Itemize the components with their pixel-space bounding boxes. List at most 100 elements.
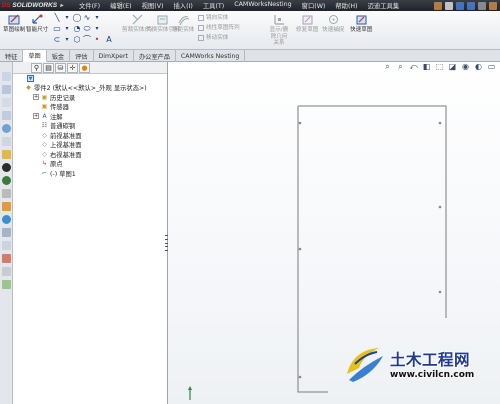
tool-icon-13[interactable] (2, 228, 11, 237)
open-file-icon[interactable] (456, 1, 464, 10)
expand-icon[interactable]: + (33, 94, 39, 101)
tree-item-sketch1[interactable]: ⌐ (-) 草图1 (25, 169, 167, 179)
linear-pattern-button[interactable]: 线性草图阵列 (198, 23, 240, 33)
sketch-line-left-bottom[interactable] (297, 106, 328, 393)
tab-sketch[interactable]: 草图 (23, 50, 47, 62)
tool-icon-16[interactable] (2, 267, 11, 276)
rapid-sketch-button[interactable]: 快速草图 (350, 13, 372, 34)
save-icon[interactable] (467, 1, 475, 10)
arc-icon[interactable]: ◔ (72, 24, 82, 33)
rapid-sketch-label: 快速草图 (350, 27, 373, 33)
circle-icon[interactable]: ◯ (72, 13, 82, 22)
repair-sketch-button[interactable]: 修复草图 (296, 13, 318, 34)
tool-icon-17[interactable] (2, 280, 11, 289)
expand-placeholder (33, 103, 39, 110)
tool-icon-10[interactable] (2, 189, 11, 198)
text-icon[interactable]: A (104, 35, 114, 44)
slot-dropdown-icon[interactable]: ▾ (62, 35, 72, 44)
tool-icon-12[interactable] (2, 215, 11, 224)
tool-icon-2[interactable] (2, 85, 11, 94)
tree-item-sensors[interactable]: ▣ 传感器 (25, 102, 167, 112)
sketch-button[interactable]: 草图绘制 (3, 13, 25, 34)
menu-tools[interactable]: 工具(T) (198, 1, 229, 10)
tree-item-front-plane[interactable]: ◇ 前视基准面 (25, 131, 167, 141)
new-file-icon[interactable] (445, 1, 453, 10)
tree-item-history[interactable]: + ▣ 历史记录 (25, 93, 167, 103)
tree-item-origin[interactable]: ↳ 原点 (25, 159, 167, 169)
offset-entities-button[interactable]: 等距实体 (172, 13, 194, 34)
solidworks-logo[interactable]: DS SOLIDWORKS ▸ (0, 0, 63, 11)
feature-tree-tab-icon[interactable]: ⚲ (31, 63, 42, 73)
quick-access-toolbar (434, 1, 500, 10)
menu-maidi-tools[interactable]: 迈迪工具集 (363, 1, 404, 10)
home-icon[interactable] (434, 1, 442, 10)
menu-window[interactable]: 窗口(W) (297, 1, 331, 10)
menu-help[interactable]: 帮助(H) (330, 1, 362, 10)
tab-office-products[interactable]: 办公室产品 (134, 50, 176, 62)
sketch-point[interactable] (298, 247, 302, 251)
line-dropdown-icon[interactable]: ▾ (62, 13, 72, 22)
tool-icon-11[interactable] (2, 202, 11, 211)
tab-sheet-metal[interactable]: 钣金 (47, 50, 71, 62)
quick-snaps-button[interactable]: 快速捕捉 (322, 13, 344, 34)
display-manager-tab-icon[interactable]: ● (79, 63, 90, 73)
mirror-entities-button[interactable]: 镜向实体 (198, 13, 240, 23)
tab-features[interactable]: 特征 (0, 50, 24, 62)
menu-file[interactable]: 文件(F) (74, 1, 105, 10)
logo-arrow-icon[interactable]: ▸ (60, 2, 63, 9)
move-entities-button[interactable]: 移动实体 (198, 33, 240, 43)
sketch-icon: ⌐ (41, 169, 48, 177)
print-icon[interactable] (478, 1, 486, 10)
tool-icon-8[interactable] (2, 163, 11, 172)
ellipse-dropdown-icon[interactable]: ▾ (92, 24, 102, 33)
tool-icon-3[interactable] (2, 98, 11, 107)
tree-item-top-plane[interactable]: ◇ 上视基准面 (25, 140, 167, 150)
undo-icon[interactable] (489, 1, 497, 10)
tab-camworks-nesting[interactable]: CAMWorks Nesting (176, 50, 246, 62)
property-manager-tab-icon[interactable]: ▤ (43, 63, 54, 73)
rectangle-icon[interactable]: ▭ (52, 24, 62, 33)
dimxpert-tab-icon[interactable]: ✛ (67, 63, 78, 73)
line-icon[interactable]: ╲ (52, 13, 62, 22)
tree-root-part[interactable]: ◆ 零件2 (默认<<默认>_外观 显示状态>) (25, 83, 167, 93)
tab-evaluate[interactable]: 评估 (70, 50, 94, 62)
sketch-point[interactable] (438, 290, 442, 294)
ellipse-icon[interactable]: ⬭ (82, 24, 92, 33)
tool-icon-15[interactable] (2, 254, 11, 263)
sketch-point[interactable] (438, 121, 442, 125)
expand-icon[interactable]: + (33, 113, 39, 120)
filter-icon[interactable]: ▼ (27, 75, 34, 82)
tree-item-annotations[interactable]: + A 注解 (25, 112, 167, 122)
tab-dimxpert[interactable]: DimXpert (94, 50, 134, 62)
tool-icon-14[interactable] (2, 241, 11, 250)
point-icon[interactable]: • (92, 35, 102, 44)
sketch-point[interactable] (438, 205, 442, 209)
tool-icon-7[interactable] (2, 150, 11, 159)
menu-edit[interactable]: 编辑(E) (105, 1, 137, 10)
globe-icon[interactable] (2, 124, 11, 133)
configuration-tab-icon[interactable]: ⛁ (55, 63, 66, 73)
smart-dimension-button[interactable]: 智能尺寸 (26, 13, 48, 34)
polygon-icon[interactable]: ⬡ (72, 35, 82, 44)
slot-icon[interactable]: ⊂ (52, 35, 62, 44)
rectangle-dropdown-icon[interactable]: ▾ (62, 24, 72, 33)
menu-view[interactable]: 视图(V) (137, 1, 169, 10)
menu-camworks[interactable]: CAMWorksNesting (229, 1, 296, 10)
tree-item-right-plane[interactable]: ◇ 右视基准面 (25, 150, 167, 160)
tree-filter[interactable]: ▼ (13, 74, 167, 83)
fillet-icon[interactable]: ⌒ (82, 35, 92, 44)
menu-insert[interactable]: 插入(I) (168, 1, 197, 10)
sketch-line-top-right[interactable] (298, 105, 447, 318)
tool-icon-4[interactable] (2, 111, 11, 120)
spline-icon[interactable]: ∿ (82, 13, 92, 22)
sketch-point[interactable] (298, 375, 302, 379)
spline-dropdown-icon[interactable]: ▾ (92, 13, 102, 22)
show-relations-button[interactable]: 显示/删除几何关系 (268, 13, 290, 47)
part-icon: ◆ (26, 84, 31, 92)
feature-manager-tabs: ⚲ ▤ ⛁ ✛ ● (13, 62, 167, 74)
tool-icon-6[interactable] (2, 137, 11, 146)
tool-icon-1[interactable] (2, 72, 11, 81)
tree-item-material[interactable]: ☷ 普通碳钢 (25, 121, 167, 131)
sketch-point[interactable] (298, 121, 302, 125)
tool-icon-9[interactable] (2, 176, 11, 185)
